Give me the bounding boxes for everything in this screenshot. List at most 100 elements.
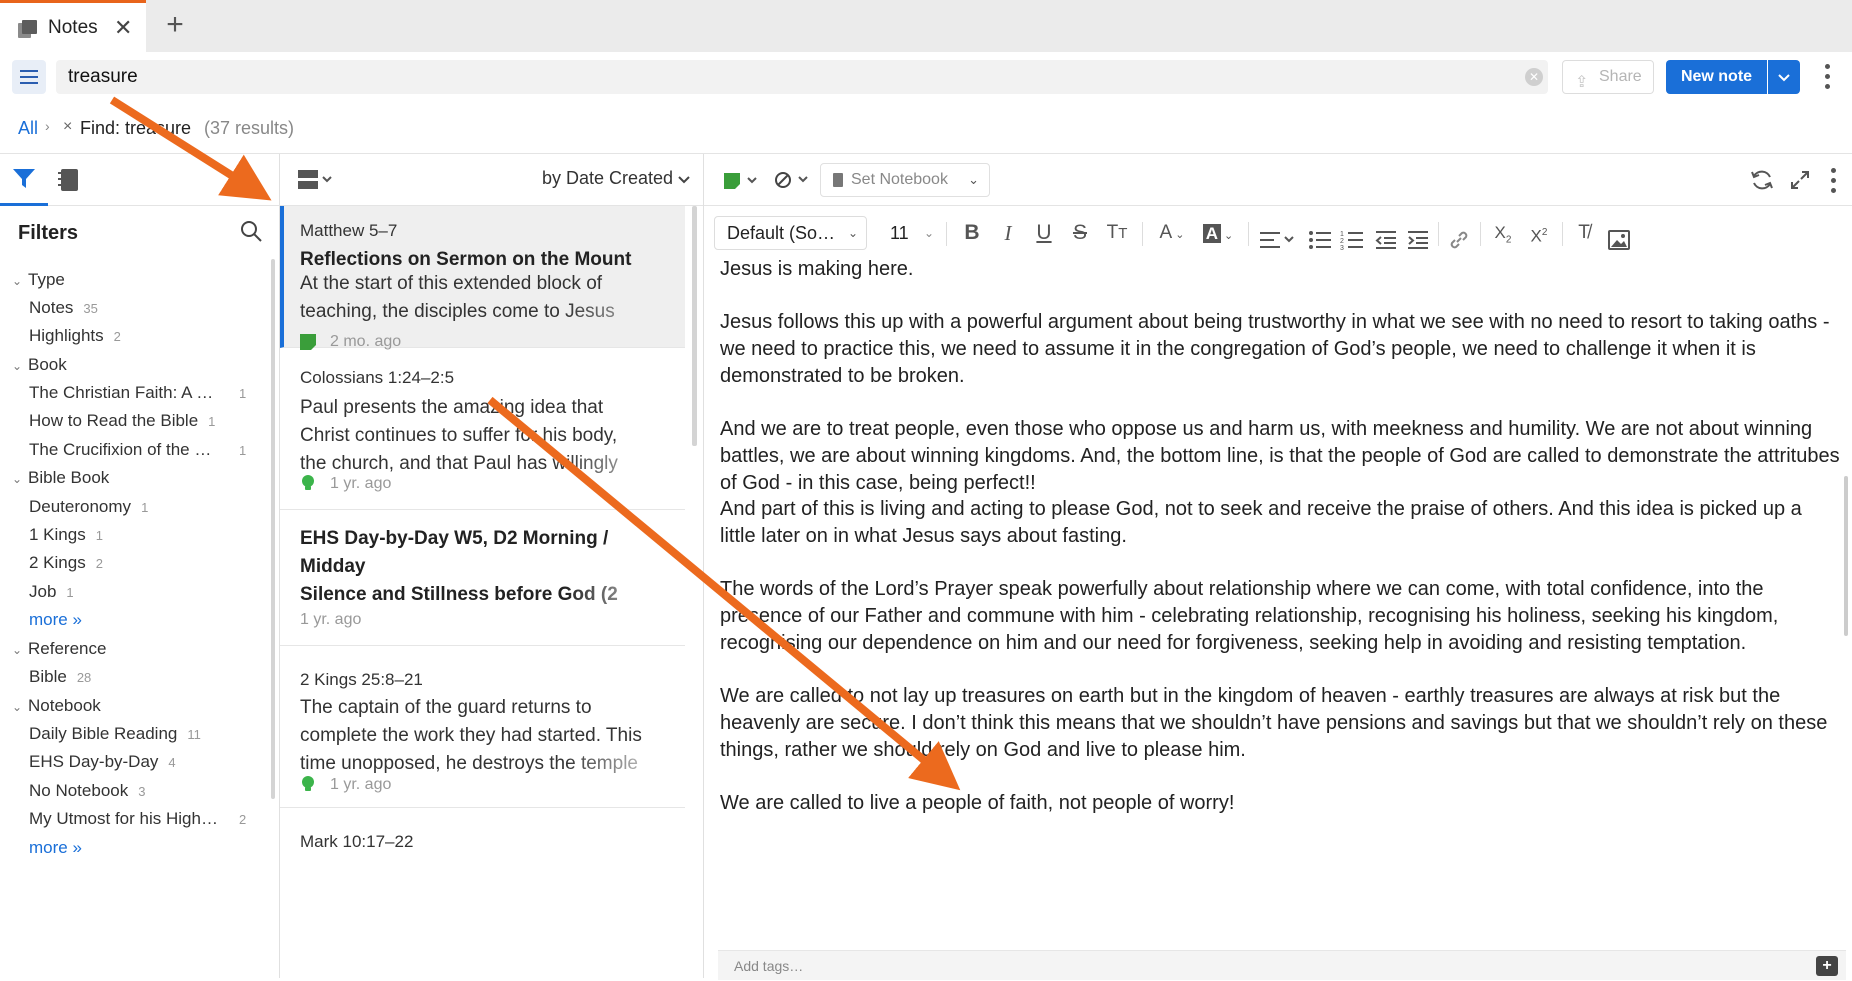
subscript-icon[interactable]: X2 — [1488, 216, 1518, 250]
note-color-icon[interactable] — [724, 172, 764, 190]
new-tab-button[interactable]: + — [160, 8, 190, 42]
notes-tab-icon — [18, 20, 37, 38]
note-reference: Matthew 5–7 — [300, 221, 398, 240]
note-card[interactable]: Mark 10:17–22 — [280, 808, 685, 978]
chevron-down-icon: ⌄ — [12, 700, 23, 714]
filter-item[interactable]: Bible 28 — [29, 667, 91, 687]
svg-text:2: 2 — [1340, 238, 1344, 245]
chevron-down-icon: ⌄ — [12, 643, 23, 657]
note-card[interactable]: EHS Day-by-Day W5, D2 Morning / Midday Sil… — [280, 510, 685, 646]
filter-item[interactable]: Deuteronomy 1 — [29, 497, 148, 517]
new-note-button[interactable]: New note — [1666, 60, 1767, 94]
editor-header: Set Notebook ⌄ — [704, 154, 1852, 206]
chevron-down-icon — [678, 176, 690, 184]
filter-item[interactable]: Highlights 2 — [29, 326, 121, 346]
filter-panel-tabs — [0, 154, 280, 206]
svg-text:3: 3 — [1340, 245, 1344, 252]
tab-notes[interactable]: Notes ✕ — [0, 0, 146, 52]
note-time: 1 yr. ago — [330, 475, 392, 492]
filter-item[interactable]: Job 1 — [29, 582, 74, 602]
note-content[interactable]: Jesus is making here. Jesus follows this… — [720, 256, 1840, 948]
remove-filter-icon[interactable]: × — [63, 118, 72, 136]
note-list-header: by Date Created — [280, 154, 703, 206]
filter-section-book[interactable]: ⌄ Book — [12, 355, 67, 375]
filter-section-type[interactable]: ⌄ Type — [12, 270, 65, 290]
filter-section-bible-book[interactable]: ⌄ Bible Book — [12, 468, 109, 488]
note-reference: Colossians 1:24–2:5 — [300, 368, 455, 387]
note-card[interactable]: Colossians 1:24–2:5 Paul presents the am… — [280, 348, 685, 510]
outdent-icon[interactable] — [1374, 223, 1398, 257]
filter-icon — [13, 169, 35, 188]
search-icon[interactable] — [240, 220, 262, 242]
filter-section-reference[interactable]: ⌄ Reference — [12, 639, 106, 659]
scrollbar[interactable] — [1844, 476, 1848, 636]
font-color-icon[interactable]: A ⌄ — [1152, 216, 1192, 250]
superscript-icon[interactable]: X2 — [1524, 216, 1554, 250]
filter-item[interactable]: 2 Kings 2 — [29, 553, 103, 573]
paragraph: Jesus is making here. — [720, 258, 914, 280]
new-note-dropdown-button[interactable] — [1768, 60, 1800, 94]
chevron-down-icon — [1778, 74, 1790, 82]
menu-button[interactable] — [12, 60, 46, 94]
search-input[interactable] — [56, 60, 1548, 94]
lightbulb-icon — [302, 475, 314, 490]
underline-icon[interactable]: U — [1030, 216, 1058, 250]
editor-more-icon[interactable] — [1828, 168, 1838, 194]
share-icon: ⇪ — [1575, 74, 1589, 91]
image-icon[interactable] — [1608, 223, 1630, 257]
notebook-icon — [833, 173, 843, 187]
numbered-list-icon[interactable]: 123 — [1340, 223, 1364, 257]
set-notebook-dropdown[interactable]: Set Notebook ⌄ — [820, 163, 990, 197]
filter-item[interactable]: Daily Bible Reading 11 — [29, 724, 201, 744]
paragraph: And part of this is living and acting to… — [720, 498, 1802, 547]
add-tag-button[interactable]: + — [1816, 956, 1838, 976]
filter-item[interactable]: The Christian Faith: A S… 1 — [29, 383, 246, 403]
filter-item[interactable]: No Notebook 3 — [29, 781, 145, 801]
share-button[interactable]: ⇪ Share — [1562, 60, 1654, 94]
sort-dropdown[interactable]: by Date Created — [542, 168, 690, 189]
filter-item[interactable]: 1 Kings 1 — [29, 525, 103, 545]
scrollbar[interactable] — [271, 259, 275, 799]
chevron-down-icon: ⌄ — [847, 226, 858, 240]
filter-item[interactable]: How to Read the Bible 1 — [29, 411, 215, 431]
bullet-list-icon[interactable] — [1308, 223, 1332, 257]
clear-search-icon[interactable]: ✕ — [1525, 68, 1543, 86]
highlight-color-icon[interactable]: A ⌄ — [1198, 216, 1238, 250]
filter-item[interactable]: Notes 35 — [29, 298, 98, 318]
filter-item[interactable]: The Crucifixion of the W… 1 — [29, 440, 246, 460]
view-mode-icon[interactable] — [298, 170, 338, 190]
expand-icon[interactable] — [1790, 170, 1810, 190]
filter-item[interactable]: EHS Day-by-Day 4 — [29, 752, 176, 772]
align-icon[interactable] — [1258, 223, 1298, 257]
indent-icon[interactable] — [1406, 223, 1430, 257]
filter-item[interactable]: My Utmost for his Highe… 2 — [29, 809, 246, 829]
breadcrumb-all-link[interactable]: All — [18, 118, 38, 139]
font-size-dropdown[interactable]: 11 ⌄ — [876, 216, 936, 250]
link-icon[interactable] — [1448, 223, 1470, 257]
clear-format-icon[interactable]: T̸ — [1570, 216, 1598, 250]
strikethrough-icon[interactable]: S — [1066, 216, 1094, 250]
text-case-icon[interactable]: TT — [1100, 216, 1134, 250]
bold-icon[interactable]: B — [958, 216, 986, 250]
sync-icon[interactable] — [1750, 168, 1774, 192]
tab-bar: Notes ✕ + — [0, 0, 1852, 52]
breadcrumb-separator: › — [45, 118, 50, 134]
tags-bar[interactable]: Add tags… + — [718, 950, 1846, 980]
note-reference: Mark 10:17–22 — [300, 832, 414, 851]
chevron-down-icon: ⌄ — [12, 359, 23, 373]
filter-section-notebook[interactable]: ⌄ Notebook — [12, 696, 101, 716]
close-tab-icon[interactable]: ✕ — [114, 15, 132, 41]
tab-filters[interactable] — [0, 154, 48, 206]
note-card[interactable]: 2 Kings 25:8–21 The captain of the guard… — [280, 646, 685, 808]
breadcrumb: All › × Find: treasure (37 results) — [0, 102, 1852, 154]
no-tag-icon[interactable] — [774, 170, 814, 190]
more-options-icon[interactable] — [1822, 62, 1832, 92]
note-card[interactable]: Matthew 5–7 Reflections on Sermon on the… — [280, 206, 685, 350]
more-link[interactable]: more » — [29, 838, 82, 858]
more-link[interactable]: more » — [29, 610, 82, 630]
italic-icon[interactable]: I — [994, 216, 1022, 250]
font-family-dropdown[interactable]: Default (So… ⌄ — [714, 216, 867, 250]
chevron-down-icon: ⌄ — [12, 274, 23, 288]
notebook-icon[interactable] — [58, 168, 80, 192]
scrollbar[interactable] — [692, 206, 697, 446]
